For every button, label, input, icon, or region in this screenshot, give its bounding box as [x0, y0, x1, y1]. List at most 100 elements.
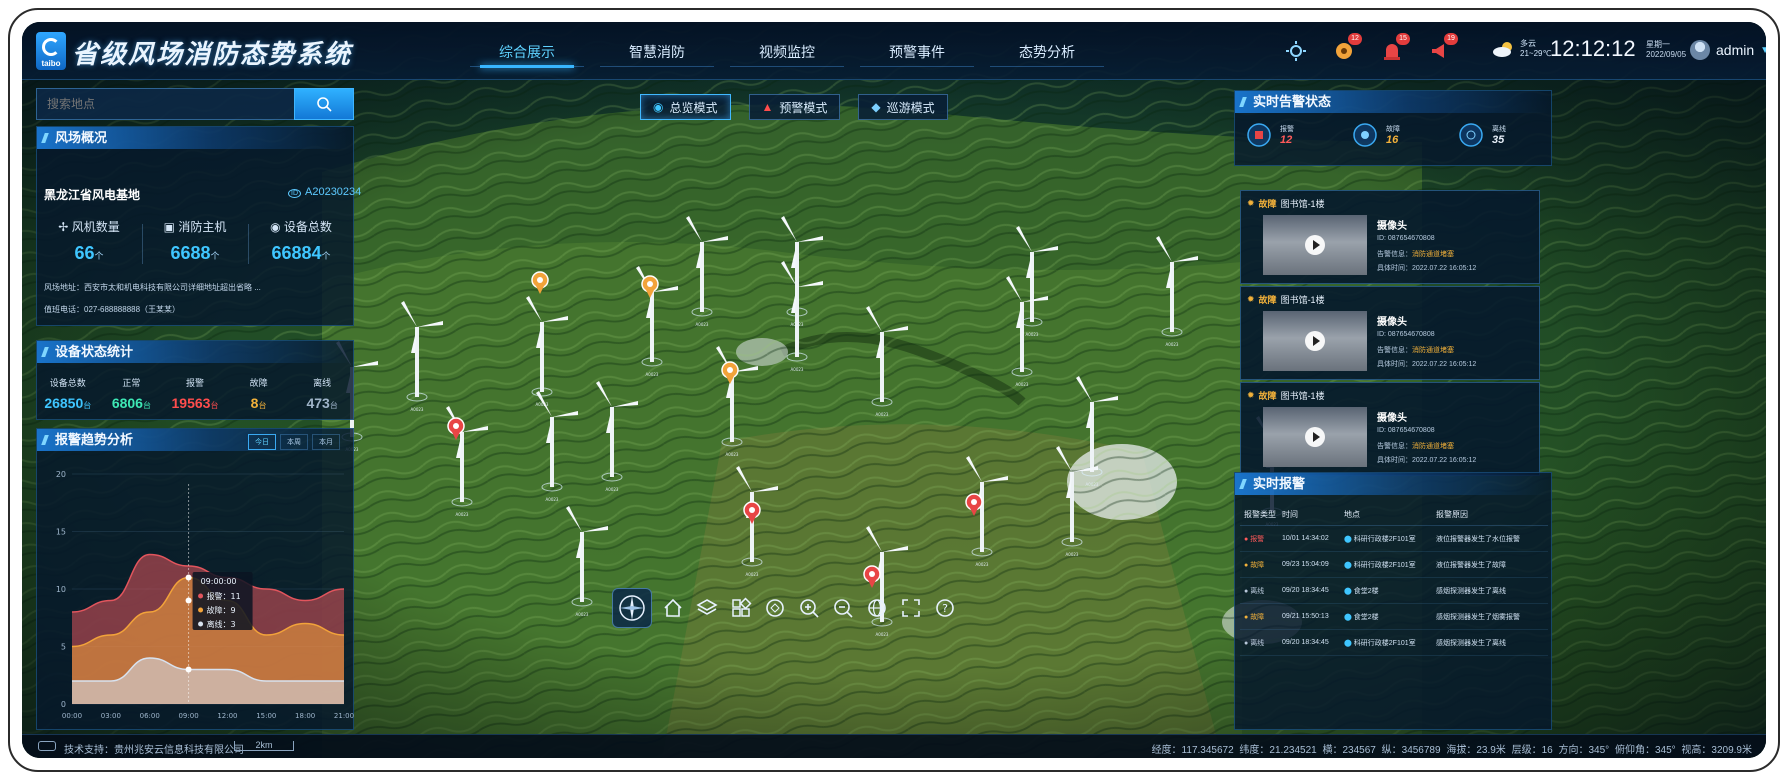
fault-icon: ✹: [1247, 390, 1255, 400]
tab-month[interactable]: 本月: [312, 434, 340, 450]
alarm-light-icon[interactable]: 15: [1380, 33, 1410, 63]
device-icon: ◉: [270, 220, 284, 234]
weekday-label: 星期一: [1646, 40, 1670, 49]
fullscreen-icon[interactable]: [898, 595, 924, 621]
device-id: ID: 087654670808: [1377, 427, 1435, 434]
fault-icon: ✹: [1247, 198, 1255, 208]
tooltip-time: 09:00:00: [201, 577, 237, 586]
y-tick-label: 10: [56, 585, 66, 594]
tooltip-point: [185, 666, 192, 673]
panel-title: 实时告警状态: [1235, 91, 1551, 113]
help-icon[interactable]: ?: [932, 595, 958, 621]
layers-icon[interactable]: [694, 595, 720, 621]
play-icon[interactable]: [1305, 235, 1325, 255]
nav-tab-video[interactable]: 视频监控: [722, 36, 852, 68]
device-id: ID: 087654670808: [1377, 235, 1435, 242]
panel-title: 风场概况: [37, 127, 353, 149]
play-icon[interactable]: [1305, 427, 1325, 447]
tooltip-legend-dot: [198, 607, 204, 613]
video-thumbnail[interactable]: [1263, 407, 1367, 467]
search-button[interactable]: [294, 88, 354, 120]
user-menu[interactable]: admin ▼: [1690, 40, 1766, 60]
coordinates-readout: 经度：117.345672 纬度：21.234521 横：234567 纵：34…: [1151, 745, 1752, 756]
measure-icon[interactable]: [762, 595, 788, 621]
alarm-type: ● 离线: [1244, 639, 1265, 647]
globe-icon[interactable]: [864, 595, 890, 621]
farm-name: 黑龙江省风电基地: [44, 188, 141, 202]
weather-widget: 多云 21~29℃: [1492, 39, 1551, 59]
nav-tab-smart-fire[interactable]: 智慧消防: [592, 36, 722, 68]
y-tick-label: 5: [61, 643, 66, 652]
farm-code: ID A20230234: [288, 186, 361, 198]
alarm-card[interactable]: ✹ 故障 图书馆-1楼 摄像头 ID: 087654670808 告警信息：消防通道…: [1240, 190, 1540, 284]
x-tick-label: 09:00: [178, 712, 198, 720]
tooltip-point: [185, 597, 192, 604]
svg-text:A0023: A0023: [726, 452, 739, 457]
nav-tab-analysis[interactable]: 态势分析: [982, 36, 1112, 68]
alarm-place: ⬤ 科研行政楼2F101室: [1344, 561, 1416, 569]
chevron-down-icon: ▼: [1760, 44, 1766, 56]
compass-icon[interactable]: [612, 588, 652, 628]
alarm-card[interactable]: ✹ 故障 图书馆-1楼 摄像头 ID: 087654670808 告警信息：消防通道…: [1240, 286, 1540, 380]
alarm-reason: 感烟探测器发生了离线: [1436, 639, 1506, 647]
device-id: ID: 087654670808: [1377, 331, 1435, 338]
alarm-type: ● 离线: [1244, 587, 1265, 595]
nav-tab-overview[interactable]: 综合展示: [462, 36, 592, 68]
home-icon[interactable]: [660, 595, 686, 621]
mode-overview-button[interactable]: ◉ 总览模式: [640, 94, 731, 120]
alarm-card[interactable]: ✹ 故障 图书馆-1楼 摄像头 ID: 087654670808 告警信息：消防通道…: [1240, 382, 1540, 476]
x-tick-label: 18:00: [295, 712, 315, 720]
horn-icon[interactable]: 19: [1428, 33, 1458, 63]
host-icon: ▣: [163, 220, 179, 234]
farm-code-value: A20230234: [305, 186, 362, 198]
grid-icon[interactable]: [728, 595, 754, 621]
alarm-time: 09/23 15:04:09: [1282, 561, 1329, 568]
nav-tab-events[interactable]: 预警事件: [852, 36, 982, 68]
search-bar: [36, 88, 354, 120]
tooltip-item: 报警：11: [207, 591, 241, 601]
weather-temp: 21~29℃: [1520, 49, 1552, 58]
alarm-time: 具体时间：2022.07.22 16:05:12: [1377, 265, 1477, 272]
table-row[interactable]: ● 报警 10/01 14:34:02 ⬤ 科研行政楼2F101室 液位报警器发生了水…: [1240, 526, 1548, 552]
map-toolbar: ?: [612, 588, 958, 628]
alarm-reason: 感烟探测器发生了烟雾报警: [1436, 613, 1520, 621]
zoom-out-icon[interactable]: [830, 595, 856, 621]
zoom-in-icon[interactable]: [796, 595, 822, 621]
play-icon[interactable]: [1305, 331, 1325, 351]
stat-alarm: 报警 19563台: [171, 378, 219, 411]
table-row[interactable]: ● 故障 09/21 15:50:13 ⬤ 食堂2楼 感烟探测器发生了烟雾报警: [1240, 604, 1548, 630]
tab-week[interactable]: 本周: [280, 434, 308, 450]
mode-warning-button[interactable]: ▲ 预警模式: [748, 94, 841, 120]
alarm-type: ● 报警: [1244, 535, 1265, 543]
stat-fault: 故障 8台: [249, 378, 268, 411]
alarm-reason: 液位报警器发生了水位报警: [1436, 535, 1520, 543]
svg-text:A0023: A0023: [536, 402, 549, 407]
video-thumbnail[interactable]: [1263, 311, 1367, 371]
alarm-place: ⬤ 食堂2楼: [1344, 613, 1379, 621]
table-row[interactable]: ● 故障 09/23 15:04:09 ⬤ 科研行政楼2F101室 液位报警器发生了故…: [1240, 552, 1548, 578]
svg-text:A0023: A0023: [606, 487, 619, 492]
table-row[interactable]: ● 离线 09/20 18:34:45 ⬤ 科研行政楼2F101室 感烟探测器发生了离…: [1240, 630, 1548, 656]
alarm-place: ⬤ 科研行政楼2F101室: [1344, 639, 1416, 647]
fault-icon: [1353, 123, 1377, 147]
alarm-time: 09/21 15:50:13: [1282, 613, 1329, 620]
device-status-stats: 设备总数 26850台 正常 6806台 报警 19563台 故障 8台 离线 473台: [36, 376, 354, 411]
location-pin-icon: ⬤: [1344, 587, 1354, 595]
settings-icon[interactable]: [1284, 39, 1308, 63]
svg-text:A0023: A0023: [576, 612, 589, 617]
header-icons: 12 15 19: [1284, 33, 1458, 63]
stat-value: 6688: [170, 243, 211, 263]
stat-normal: 正常 6806台: [111, 378, 151, 411]
search-input[interactable]: [36, 88, 294, 120]
table-row[interactable]: ● 离线 09/20 18:34:45 ⬤ 食堂2楼 感烟探测器发生了离线: [1240, 578, 1548, 604]
app-screen: A0023 A0023 A0023 A0023 A0023 A0023 A0023 A0023…: [22, 22, 1766, 758]
trend-chart[interactable]: 0 5 10 15 20 00:00 03:00 06:00 09:00 12:00 15:00 18…: [36, 454, 354, 730]
gear-alert-icon[interactable]: 12: [1332, 33, 1362, 63]
alarm-count-alarm: 报警 12: [1234, 122, 1340, 148]
video-thumbnail[interactable]: [1263, 215, 1367, 275]
mode-tour-button[interactable]: ◆ 巡游模式: [858, 94, 948, 120]
tab-today[interactable]: 今日: [248, 434, 276, 450]
farm-address: 风场地址：西安市太和机电科技有限公司详细地址超出省略 ...: [44, 283, 261, 292]
alarm-reason: 感烟探测器发生了离线: [1436, 587, 1506, 595]
id-icon: ID: [288, 189, 301, 198]
